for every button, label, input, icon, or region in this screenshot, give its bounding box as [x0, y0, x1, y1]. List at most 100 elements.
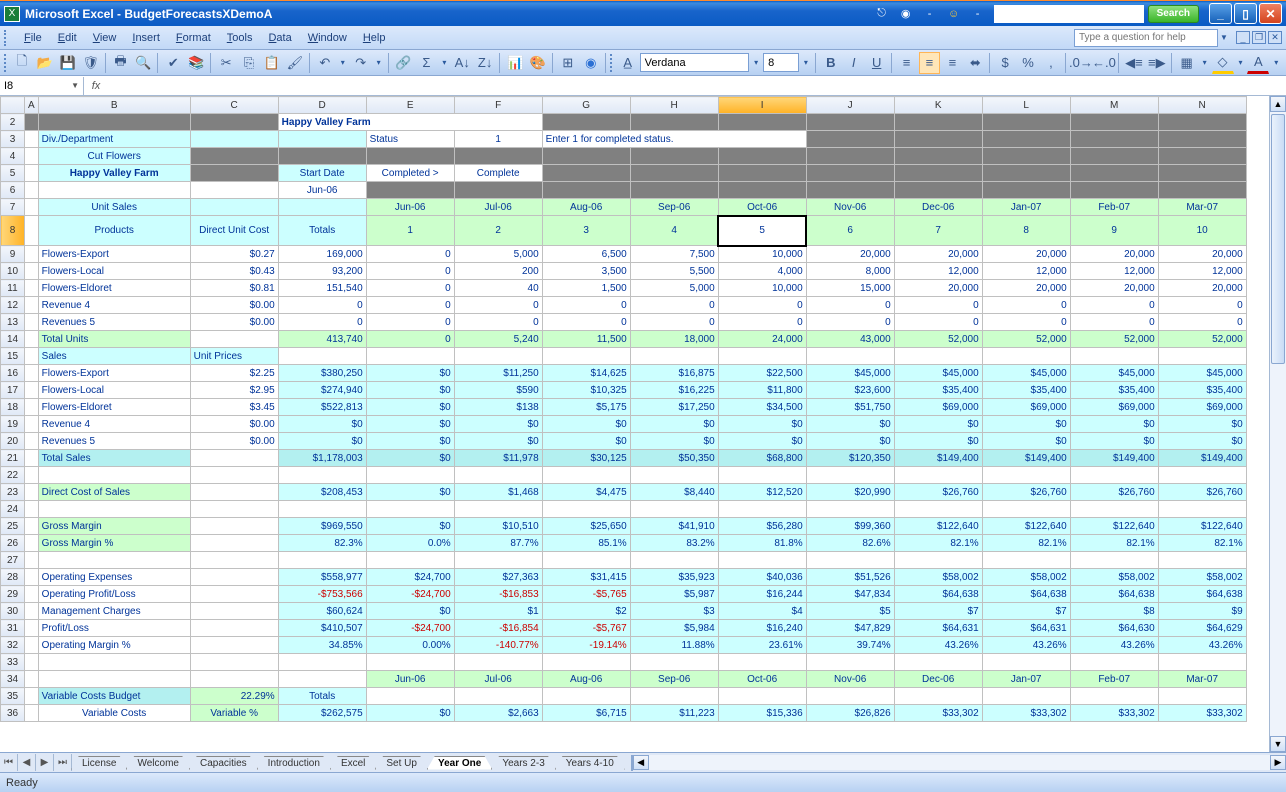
drawing-icon[interactable]: 🎨: [527, 52, 549, 74]
redo-dropdown-icon[interactable]: ▾: [373, 58, 385, 67]
cell[interactable]: [366, 501, 454, 518]
cell[interactable]: $45,000: [894, 365, 982, 382]
cell[interactable]: [718, 467, 806, 484]
row-header[interactable]: 31: [1, 620, 25, 637]
maximize-button[interactable]: ▯: [1234, 3, 1257, 24]
cell[interactable]: 23.61%: [718, 637, 806, 654]
cell[interactable]: [25, 331, 39, 348]
cell[interactable]: [630, 165, 718, 182]
cell[interactable]: [718, 165, 806, 182]
print-icon[interactable]: 🖶: [110, 52, 132, 74]
doc-restore-button[interactable]: ❐: [1252, 31, 1266, 44]
cell[interactable]: $64,638: [1158, 586, 1246, 603]
cell[interactable]: 11.88%: [630, 637, 718, 654]
col-header[interactable]: N: [1158, 97, 1246, 114]
row-header[interactable]: 25: [1, 518, 25, 535]
cell[interactable]: Happy Valley Farm: [38, 165, 190, 182]
cell[interactable]: Profit/Loss: [38, 620, 190, 637]
cell[interactable]: Variable Costs Budget: [38, 688, 190, 705]
cell[interactable]: $5,175: [542, 399, 630, 416]
cell[interactable]: Flowers-Eldoret: [38, 280, 190, 297]
cell[interactable]: [1070, 165, 1158, 182]
cell[interactable]: Sep-06: [630, 199, 718, 216]
cell[interactable]: Jan-07: [982, 199, 1070, 216]
cell[interactable]: Revenues 5: [38, 433, 190, 450]
cell[interactable]: [25, 705, 39, 722]
cell[interactable]: -$753,566: [278, 586, 366, 603]
hyperlink-icon[interactable]: 🔗: [393, 52, 415, 74]
cell[interactable]: 20,000: [894, 246, 982, 263]
row-header[interactable]: 22: [1, 467, 25, 484]
cell[interactable]: [454, 688, 542, 705]
undo-icon[interactable]: ↶: [314, 52, 336, 74]
cell[interactable]: [630, 348, 718, 365]
increase-indent-icon[interactable]: ≡▶: [1146, 52, 1168, 74]
cell[interactable]: [454, 467, 542, 484]
cell[interactable]: $10,325: [542, 382, 630, 399]
cell[interactable]: $0.81: [190, 280, 278, 297]
share-icon[interactable]: ⎋: [874, 6, 890, 22]
cell[interactable]: Nov-06: [806, 199, 894, 216]
cell[interactable]: $17,250: [630, 399, 718, 416]
cell[interactable]: 0: [982, 297, 1070, 314]
worksheet-grid[interactable]: ABCDEFGHIJKLMN2Happy Valley Farm3Div./De…: [0, 96, 1286, 752]
cell[interactable]: $0: [366, 603, 454, 620]
cell[interactable]: [190, 654, 278, 671]
cell[interactable]: $122,640: [982, 518, 1070, 535]
cell[interactable]: Happy Valley Farm: [278, 114, 542, 131]
cell[interactable]: 0: [366, 246, 454, 263]
cell[interactable]: $0.00: [190, 433, 278, 450]
cell[interactable]: [25, 216, 39, 246]
cell[interactable]: $26,760: [894, 484, 982, 501]
row-header[interactable]: 13: [1, 314, 25, 331]
cell[interactable]: 1: [366, 216, 454, 246]
zoom-icon[interactable]: ⊞: [557, 52, 579, 74]
col-header[interactable]: B: [38, 97, 190, 114]
cell[interactable]: $16,875: [630, 365, 718, 382]
cell[interactable]: [25, 314, 39, 331]
cell[interactable]: $0: [278, 433, 366, 450]
cell[interactable]: 20,000: [1070, 280, 1158, 297]
cell[interactable]: [1158, 467, 1246, 484]
menu-insert[interactable]: Insert: [124, 32, 168, 44]
cell[interactable]: [278, 671, 366, 688]
cell[interactable]: 43,000: [806, 331, 894, 348]
cell[interactable]: 81.8%: [718, 535, 806, 552]
cell[interactable]: 20,000: [806, 246, 894, 263]
cell[interactable]: [190, 637, 278, 654]
cell[interactable]: [25, 688, 39, 705]
cell[interactable]: [542, 654, 630, 671]
cell[interactable]: [806, 467, 894, 484]
cell[interactable]: [190, 501, 278, 518]
row-header[interactable]: 10: [1, 263, 25, 280]
cell[interactable]: Jun-06: [278, 182, 366, 199]
cell[interactable]: $2,663: [454, 705, 542, 722]
cell[interactable]: [25, 182, 39, 199]
cell[interactable]: Sales: [38, 348, 190, 365]
cell[interactable]: $7: [894, 603, 982, 620]
align-left-icon[interactable]: ≡: [896, 52, 918, 74]
cell[interactable]: [1158, 131, 1246, 148]
menu-help[interactable]: Help: [355, 32, 394, 44]
sheet-tab[interactable]: Year One: [427, 756, 492, 770]
cell[interactable]: $522,813: [278, 399, 366, 416]
cell[interactable]: $26,760: [1158, 484, 1246, 501]
cell[interactable]: Flowers-Export: [38, 246, 190, 263]
cell[interactable]: [190, 165, 278, 182]
cell[interactable]: $0: [1158, 416, 1246, 433]
sort-asc-icon[interactable]: A↓: [451, 52, 473, 74]
cell[interactable]: $40,036: [718, 569, 806, 586]
cell[interactable]: [894, 114, 982, 131]
cell[interactable]: 0: [1070, 297, 1158, 314]
cell[interactable]: [542, 688, 630, 705]
cell[interactable]: 11,500: [542, 331, 630, 348]
cell[interactable]: $16,225: [630, 382, 718, 399]
cell[interactable]: [278, 467, 366, 484]
cell[interactable]: $149,400: [894, 450, 982, 467]
cell[interactable]: $0: [806, 416, 894, 433]
cell[interactable]: Total Sales: [38, 450, 190, 467]
cell[interactable]: Variable %: [190, 705, 278, 722]
cell[interactable]: Jun-06: [366, 199, 454, 216]
cell[interactable]: Sep-06: [630, 671, 718, 688]
cell[interactable]: $6,715: [542, 705, 630, 722]
